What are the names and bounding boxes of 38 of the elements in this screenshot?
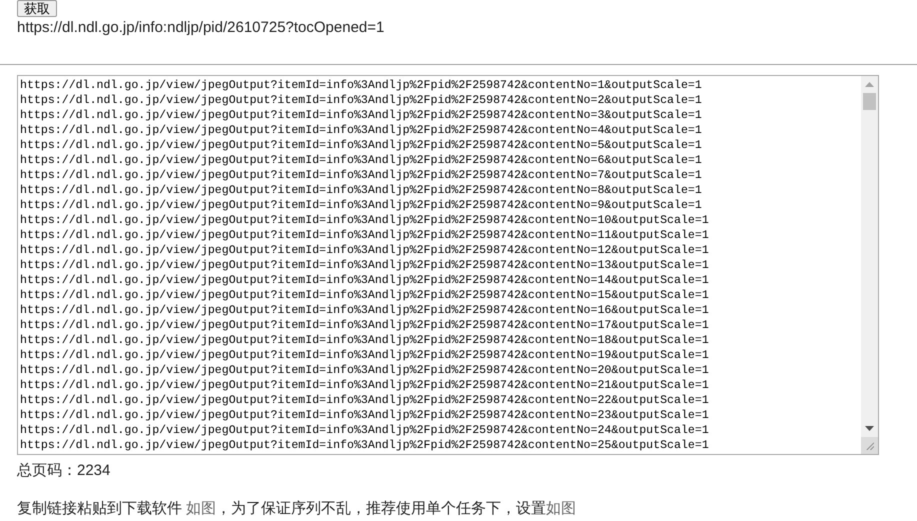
url-line: https://dl.ndl.go.jp/view/jpegOutput?itemId=info%3Andljp%2Fpid%2F2598742&contentNo=19&outputScale=1 bbox=[20, 348, 710, 363]
url-line: https://dl.ndl.go.jp/view/jpegOutput?itemId=info%3Andljp%2Fpid%2F2598742&contentNo=25&outputScale=1 bbox=[20, 438, 710, 453]
url-line: https://dl.ndl.go.jp/view/jpegOutput?itemId=info%3Andljp%2Fpid%2F2598742&contentNo=21&outputScale=1 bbox=[20, 378, 710, 393]
url-line: https://dl.ndl.go.jp/view/jpegOutput?itemId=info%3Andljp%2Fpid%2F2598742&contentNo=24&outputScale=1 bbox=[20, 423, 710, 438]
url-line: https://dl.ndl.go.jp/view/jpegOutput?itemId=info%3Andljp%2Fpid%2F2598742&contentNo=20&outputScale=1 bbox=[20, 363, 710, 378]
url-line: https://dl.ndl.go.jp/view/jpegOutput?itemId=info%3Andljp%2Fpid%2F2598742&contentNo=16&outputScale=1 bbox=[20, 303, 710, 318]
url-line: https://dl.ndl.go.jp/view/jpegOutput?itemId=info%3Andljp%2Fpid%2F2598742&contentNo=14&outputScale=1 bbox=[20, 273, 710, 288]
instruction-text: 复制链接粘贴到下载软件 bbox=[17, 500, 183, 517]
source-url: https://dl.ndl.go.jp/info:ndljp/pid/2610725?tocOpened=1 bbox=[17, 18, 386, 38]
fetch-button[interactable]: 获取 bbox=[17, 0, 57, 17]
url-line: https://dl.ndl.go.jp/view/jpegOutput?itemId=info%3Andljp%2Fpid%2F2598742&contentNo=1&outputScale=1 bbox=[20, 78, 703, 93]
url-line: https://dl.ndl.go.jp/view/jpegOutput?itemId=info%3Andljp%2Fpid%2F2598742&contentNo=15&outputScale=1 bbox=[20, 288, 710, 303]
resize-grip-icon[interactable] bbox=[861, 437, 878, 454]
url-line: https://dl.ndl.go.jp/view/jpegOutput?itemId=info%3Andljp%2Fpid%2F2598742&contentNo=17&outputScale=1 bbox=[20, 318, 710, 333]
url-line: https://dl.ndl.go.jp/view/jpegOutput?itemId=info%3Andljp%2Fpid%2F2598742&contentNo=12&outputScale=1 bbox=[20, 243, 710, 258]
example-image-link[interactable]: 如图 bbox=[186, 500, 216, 517]
scroll-up-icon[interactable] bbox=[865, 82, 874, 87]
url-line: https://dl.ndl.go.jp/view/jpegOutput?itemId=info%3Andljp%2Fpid%2F2598742&contentNo=23&outputScale=1 bbox=[20, 408, 710, 423]
url-line: https://dl.ndl.go.jp/view/jpegOutput?itemId=info%3Andljp%2Fpid%2F2598742&contentNo=8&outputScale=1 bbox=[20, 183, 703, 198]
url-line: https://dl.ndl.go.jp/view/jpegOutput?itemId=info%3Andljp%2Fpid%2F2598742&contentNo=7&outputScale=1 bbox=[20, 168, 703, 183]
url-line: https://dl.ndl.go.jp/view/jpegOutput?itemId=info%3Andljp%2Fpid%2F2598742&contentNo=22&outputScale=1 bbox=[20, 393, 710, 408]
url-line: https://dl.ndl.go.jp/view/jpegOutput?itemId=info%3Andljp%2Fpid%2F2598742&contentNo=4&outputScale=1 bbox=[20, 123, 703, 138]
output-textarea[interactable] bbox=[17, 75, 879, 455]
scroll-thumb[interactable] bbox=[863, 93, 876, 110]
instruction-text: ，为了保证序列不乱，推荐使用单个任务下，设置 bbox=[216, 500, 546, 517]
url-line: https://dl.ndl.go.jp/view/jpegOutput?itemId=info%3Andljp%2Fpid%2F2598742&contentNo=2&outputScale=1 bbox=[20, 93, 703, 108]
scroll-down-icon[interactable] bbox=[865, 426, 874, 431]
total-pages: 总页码：2234 bbox=[17, 461, 112, 481]
url-line: https://dl.ndl.go.jp/view/jpegOutput?itemId=info%3Andljp%2Fpid%2F2598742&contentNo=13&outputScale=1 bbox=[20, 258, 710, 273]
url-line: https://dl.ndl.go.jp/view/jpegOutput?itemId=info%3Andljp%2Fpid%2F2598742&contentNo=3&outputScale=1 bbox=[20, 108, 703, 123]
url-line: https://dl.ndl.go.jp/view/jpegOutput?itemId=info%3Andljp%2Fpid%2F2598742&contentNo=18&outputScale=1 bbox=[20, 333, 710, 348]
url-line: https://dl.ndl.go.jp/view/jpegOutput?itemId=info%3Andljp%2Fpid%2F2598742&contentNo=9&outputScale=1 bbox=[20, 198, 703, 213]
url-line: https://dl.ndl.go.jp/view/jpegOutput?itemId=info%3Andljp%2Fpid%2F2598742&contentNo=10&outputScale=1 bbox=[20, 213, 710, 228]
url-line: https://dl.ndl.go.jp/view/jpegOutput?itemId=info%3Andljp%2Fpid%2F2598742&contentNo=6&outputScale=1 bbox=[20, 153, 703, 168]
url-line: https://dl.ndl.go.jp/view/jpegOutput?itemId=info%3Andljp%2Fpid%2F2598742&contentNo=11&outputScale=1 bbox=[20, 228, 710, 243]
example-image-link[interactable]: 如图 bbox=[546, 500, 576, 517]
scrollbar[interactable] bbox=[861, 76, 878, 454]
url-line: https://dl.ndl.go.jp/view/jpegOutput?itemId=info%3Andljp%2Fpid%2F2598742&contentNo=5&outputScale=1 bbox=[20, 138, 703, 153]
